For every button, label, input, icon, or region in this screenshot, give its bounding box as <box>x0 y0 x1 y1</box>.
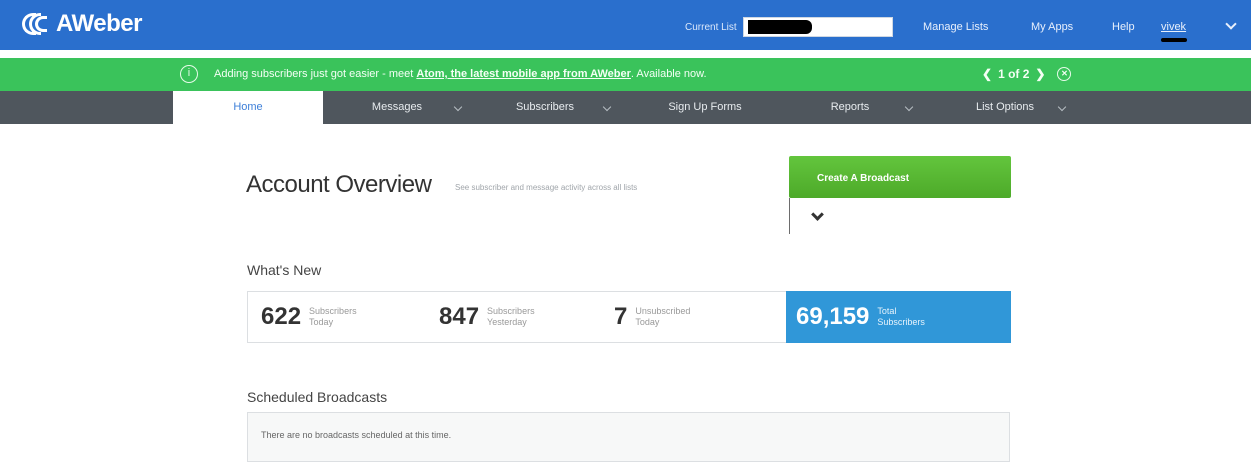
atom-app-link[interactable]: Atom, the latest mobile app from AWeber <box>416 68 631 80</box>
chevron-down-icon[interactable] <box>904 102 914 112</box>
help-link[interactable]: Help <box>1112 21 1135 33</box>
top-bar: AWeber Current List Manage Lists My Apps… <box>0 0 1251 50</box>
stat-label: Unsubscribed Today <box>635 306 691 327</box>
create-broadcast-button[interactable]: Create A Broadcast <box>789 156 1011 198</box>
main-nav: Home Messages Subscribers Sign Up Forms … <box>0 91 1251 126</box>
current-list-select[interactable] <box>742 17 893 37</box>
stat-value: 847 <box>439 303 480 330</box>
stat-subscribers-yesterday: 847 Subscribers Yesterday <box>439 292 535 342</box>
stat-total-subscribers: 69,159 Total Subscribers <box>786 291 1011 343</box>
tab-list-options[interactable]: List Options <box>960 91 1050 124</box>
stat-subscribers-today: 622 Subscribers Today <box>261 292 357 342</box>
pager-count: 1 of 2 <box>998 67 1030 81</box>
announcement-pager: ❮ 1 of 2 ❯ ✕ <box>982 67 1072 81</box>
manage-lists-link[interactable]: Manage Lists <box>923 21 988 33</box>
current-list-label: Current List <box>685 21 737 33</box>
logo-text: AWeber <box>56 10 142 37</box>
whats-new-title: What's New <box>247 262 322 278</box>
user-menu[interactable]: vivek <box>1161 21 1186 33</box>
page-subtitle: See subscriber and message activity acro… <box>455 183 638 192</box>
broadcast-dropdown <box>789 198 1011 234</box>
my-apps-link[interactable]: My Apps <box>1031 21 1073 33</box>
tab-messages[interactable]: Messages <box>352 91 442 124</box>
next-icon[interactable]: ❯ <box>1035 67 1045 81</box>
stat-label: Subscribers Yesterday <box>487 306 535 327</box>
info-icon: i <box>180 65 198 83</box>
scheduled-broadcasts-box: There are no broadcasts scheduled at thi… <box>247 412 1010 462</box>
redacted-user <box>1161 38 1187 42</box>
chevron-down-icon[interactable] <box>1057 102 1067 112</box>
stat-label: Total Subscribers <box>877 306 925 327</box>
logo-icon <box>22 11 54 37</box>
scheduled-empty-text: There are no broadcasts scheduled at thi… <box>261 430 452 440</box>
tab-subscribers[interactable]: Subscribers <box>500 91 590 124</box>
scheduled-broadcasts-title: Scheduled Broadcasts <box>247 389 388 405</box>
announcement-bar: i Adding subscribers just got easier - m… <box>0 58 1251 91</box>
tab-reports[interactable]: Reports <box>815 91 885 124</box>
chevron-down-icon[interactable] <box>1225 18 1237 30</box>
tab-home[interactable]: Home <box>173 91 323 126</box>
stats-panel: 622 Subscribers Today 847 Subscribers Ye… <box>247 291 1011 343</box>
chevron-down-icon[interactable] <box>602 102 612 112</box>
stat-value: 7 <box>614 303 628 330</box>
stat-unsubscribed-today: 7 Unsubscribed Today <box>614 292 690 342</box>
redacted-list-name <box>747 20 812 34</box>
stat-value: 69,159 <box>796 303 870 330</box>
prev-icon[interactable]: ❮ <box>982 67 992 81</box>
tab-sign-up-forms[interactable]: Sign Up Forms <box>650 91 760 124</box>
aweber-logo[interactable]: AWeber <box>22 10 142 38</box>
close-icon[interactable]: ✕ <box>1057 67 1072 81</box>
announcement-text: Adding subscribers just got easier - mee… <box>214 68 707 80</box>
current-list: Current List <box>685 17 893 37</box>
chevron-down-icon[interactable] <box>453 102 463 112</box>
stat-label: Subscribers Today <box>309 306 357 327</box>
stat-value: 622 <box>261 303 302 330</box>
page-title: Account Overview <box>246 171 432 198</box>
chevron-down-icon[interactable] <box>811 208 824 221</box>
